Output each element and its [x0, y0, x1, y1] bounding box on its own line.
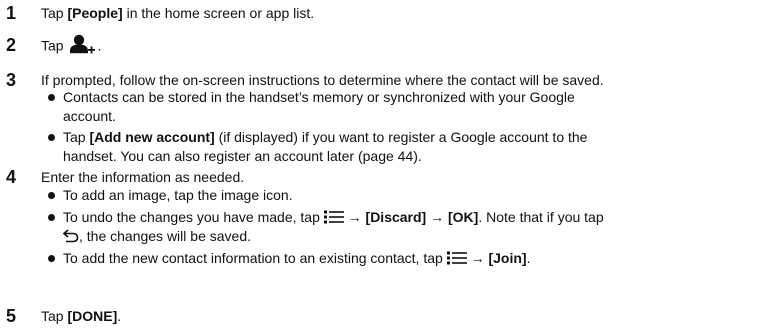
back-icon — [62, 229, 79, 243]
step-text: Tap [DONE]. — [41, 308, 122, 324]
list-item: To undo the changes you have made, tap →… — [48, 208, 776, 246]
step-4-bullets: To add an image, tap the image icon. To … — [48, 186, 776, 268]
step-number: 4 — [6, 167, 17, 187]
ok-label: [OK] — [448, 209, 479, 225]
bullet-dot — [48, 214, 55, 221]
menu-icon — [323, 210, 344, 224]
step-text: Enter the information as needed. — [41, 169, 245, 185]
step-number: 1 — [6, 3, 17, 23]
bullet-dot — [48, 255, 55, 262]
people-label: [People] — [67, 5, 123, 21]
bullet-dot — [48, 94, 55, 101]
step-text: Tap [People] in the home screen or app l… — [41, 5, 315, 21]
list-item: Tap [Add new account] (if displayed) if … — [48, 128, 776, 166]
add-new-account-label: [Add new account] — [89, 129, 215, 145]
discard-label: [Discard] — [365, 209, 427, 225]
bullet-dot — [48, 134, 55, 141]
step-number: 5 — [6, 306, 17, 326]
bullet-dot — [48, 192, 55, 199]
step-number: 3 — [6, 70, 17, 90]
step-3-bullets: Contacts can be stored in the handset’s … — [48, 88, 776, 166]
step-number: 2 — [6, 35, 17, 55]
join-label: [Join] — [488, 250, 527, 266]
menu-icon — [446, 251, 467, 265]
step-text: Tap . — [41, 34, 776, 58]
add-contact-icon — [67, 34, 97, 56]
list-item: To add the new contact information to an… — [48, 249, 776, 268]
done-label: [DONE] — [67, 308, 118, 324]
list-item: To add an image, tap the image icon. — [48, 186, 776, 205]
list-item: Contacts can be stored in the handset’s … — [48, 88, 776, 126]
